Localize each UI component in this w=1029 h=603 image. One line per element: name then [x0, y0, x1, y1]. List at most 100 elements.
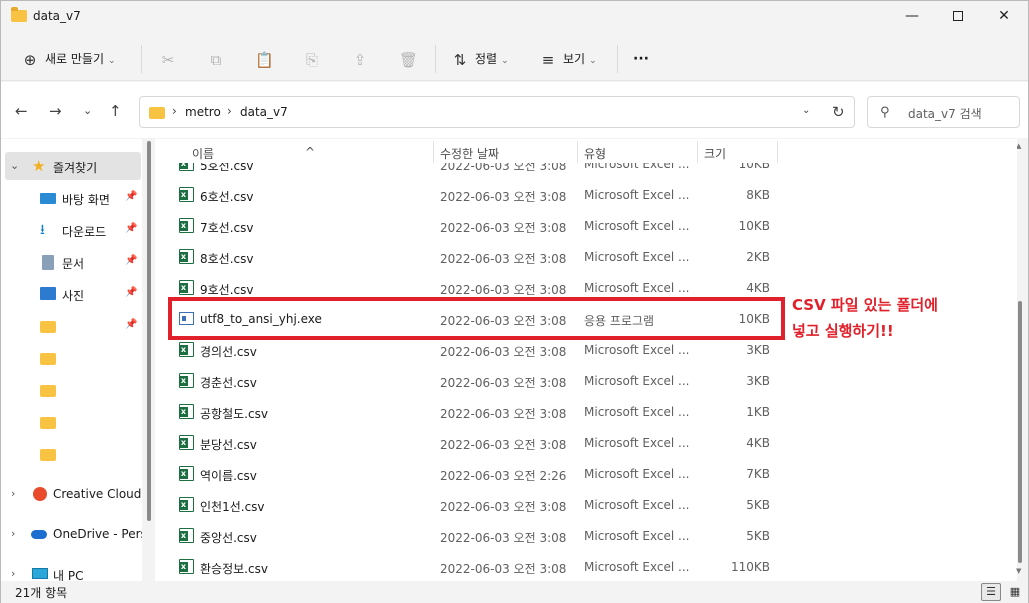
sidebar-item-pictures[interactable]: 사진 📌	[1, 280, 142, 308]
address-bar[interactable]: › metro › data_v7 ⌄ ↻	[139, 96, 855, 128]
file-type: Microsoft Excel ...	[584, 219, 690, 233]
sidebar-item-onedrive[interactable]: › OneDrive - Perso	[1, 520, 142, 548]
excel-csv-icon	[179, 342, 194, 357]
file-date: 2022-06-03 오전 3:08	[440, 500, 567, 514]
chevron-down-icon[interactable]: ⌄	[10, 159, 19, 172]
sidebar-scrollbar[interactable]	[147, 141, 151, 521]
view-button[interactable]: ≡ 보기 ⌄	[539, 49, 597, 69]
file-size: 8KB	[746, 188, 770, 202]
sidebar-item-label: 바탕 화면	[62, 193, 110, 207]
close-button[interactable]: ✕	[981, 1, 1027, 33]
scroll-down-icon[interactable]: ▼	[1016, 567, 1021, 575]
column-header-size[interactable]: 크기	[704, 145, 726, 162]
column-header-type[interactable]: 유형	[584, 145, 606, 162]
cut-button[interactable]: ✂	[159, 49, 183, 69]
column-header-name[interactable]: 이름	[192, 145, 214, 162]
sidebar-item-folder[interactable]	[1, 440, 142, 468]
column-divider[interactable]	[577, 141, 578, 163]
file-row[interactable]: 6호선.csv 2022-06-03 오전 3:08 Microsoft Excel…	[155, 179, 1017, 210]
more-options-button[interactable]: ···	[633, 49, 649, 69]
new-button[interactable]: ⊕ 새로 만들기 ⌄	[21, 49, 116, 69]
file-name: 중앙선.csv	[200, 531, 257, 545]
search-input[interactable]: ⚲ data_v7 검색	[867, 96, 1020, 128]
scissors-icon: ✂	[161, 50, 175, 69]
chevron-right-icon[interactable]: ›	[11, 527, 15, 540]
file-type: Microsoft Excel ...	[584, 529, 690, 543]
file-date: 2022-06-03 오전 3:08	[440, 190, 567, 204]
desktop-icon	[40, 193, 56, 204]
tiles-view-button[interactable]: ▦	[1005, 583, 1025, 601]
path-separator[interactable]: ›	[227, 104, 232, 118]
column-divider[interactable]	[777, 141, 778, 163]
maximize-button[interactable]	[935, 1, 981, 33]
column-header-date[interactable]: 수정한 날짜	[440, 145, 499, 162]
forward-button[interactable]: →	[49, 102, 62, 120]
chevron-down-icon: ⌄	[589, 56, 597, 66]
delete-button[interactable]: 🗑	[399, 49, 423, 69]
file-size: 3KB	[746, 343, 770, 357]
refresh-button[interactable]: ↻	[832, 103, 845, 121]
file-list: ^ 이름 수정한 날짜 유형 크기 5호선.csv2022-06-03 오전 3…	[155, 139, 1017, 581]
sidebar-item-label: 사진	[62, 289, 85, 303]
file-name: 7호선.csv	[200, 221, 254, 235]
search-placeholder: data_v7 검색	[908, 107, 982, 121]
excel-csv-icon	[179, 404, 194, 419]
folder-icon	[40, 385, 56, 397]
sidebar-item-downloads[interactable]: ⭳ 다운로드 📌	[1, 216, 142, 244]
sidebar-item-documents[interactable]: 문서 📌	[1, 248, 142, 276]
minimize-button[interactable]: —	[889, 1, 935, 33]
file-row[interactable]: 분당선.csv 2022-06-03 오전 3:08 Microsoft Excel…	[155, 427, 1017, 458]
up-button[interactable]: ↑	[109, 102, 122, 120]
details-view-button[interactable]: ☰	[981, 583, 1001, 601]
file-type: Microsoft Excel ...	[584, 405, 690, 419]
sidebar-item-creative-cloud[interactable]: › Creative Cloud F	[1, 480, 142, 508]
sidebar-item-quick-access[interactable]: ⌄ ★ 즐겨찾기	[5, 152, 141, 180]
file-row[interactable]: 중앙선.csv 2022-06-03 오전 3:08 Microsoft Excel…	[155, 520, 1017, 551]
back-button[interactable]: ←	[15, 102, 28, 120]
sidebar-item-folder[interactable]	[1, 376, 142, 404]
column-divider[interactable]	[433, 141, 434, 163]
file-row[interactable]: 경춘선.csv 2022-06-03 오전 3:08 Microsoft Excel…	[155, 365, 1017, 396]
breadcrumb-metro[interactable]: metro	[185, 105, 221, 119]
sidebar-item-desktop[interactable]: 바탕 화면 📌	[1, 184, 142, 212]
file-name: 환승정보.csv	[200, 562, 268, 576]
file-row[interactable]: 역이름.csv 2022-06-03 오전 2:26 Microsoft Excel…	[155, 458, 1017, 489]
cloud-icon	[31, 530, 47, 539]
file-size: 10KB	[738, 219, 770, 233]
chevron-down-icon[interactable]: ⌄	[802, 105, 810, 116]
chevron-right-icon[interactable]: ›	[11, 567, 15, 580]
rename-button[interactable]: ⎘	[303, 49, 327, 69]
path-separator[interactable]: ›	[172, 104, 177, 118]
sidebar-item-folder[interactable]: 📌	[1, 312, 142, 340]
breadcrumb-data-v7[interactable]: data_v7	[240, 105, 288, 119]
sidebar-item-this-pc[interactable]: › 내 PC	[1, 560, 142, 581]
sidebar-item-folder[interactable]	[1, 408, 142, 436]
file-list-scrollbar[interactable]	[1018, 301, 1022, 563]
column-divider[interactable]	[697, 141, 698, 163]
file-date: 2022-06-03 오전 3:08	[440, 221, 567, 235]
file-name: 6호선.csv	[200, 190, 254, 204]
sidebar-item-label: 내 PC	[53, 569, 84, 581]
file-row[interactable]: 8호선.csv 2022-06-03 오전 3:08 Microsoft Excel…	[155, 241, 1017, 272]
sidebar-item-folder[interactable]	[1, 344, 142, 372]
sidebar-item-label: OneDrive - Perso	[53, 527, 142, 541]
paste-button[interactable]: 📋	[255, 49, 279, 69]
command-bar: ⊕ 새로 만들기 ⌄ ✂ ⧉ 📋 ⎘ ⇪ 🗑 ⇅ 정렬 ⌄ ≡ 보기 ⌄ ···	[1, 37, 1028, 81]
pin-icon: 📌	[125, 319, 138, 330]
copy-button[interactable]: ⧉	[207, 49, 231, 69]
folder-icon	[40, 417, 56, 429]
recent-locations-button[interactable]: ⌄	[83, 104, 92, 117]
file-date: 2022-06-03 오전 2:26	[440, 469, 567, 483]
sort-button[interactable]: ⇅ 정렬 ⌄	[451, 49, 509, 69]
trash-icon: 🗑	[399, 50, 419, 69]
file-row[interactable]: 7호선.csv 2022-06-03 오전 3:08 Microsoft Excel…	[155, 210, 1017, 241]
picture-icon	[40, 287, 56, 300]
file-row[interactable]: 환승정보.csv 2022-06-03 오전 3:08 Microsoft Exce…	[155, 551, 1017, 581]
file-date: 2022-06-03 오전 3:08	[440, 283, 567, 297]
file-size: 4KB	[746, 436, 770, 450]
file-row[interactable]: 공항철도.csv 2022-06-03 오전 3:08 Microsoft Exce…	[155, 396, 1017, 427]
file-row[interactable]: 인천1선.csv 2022-06-03 오전 3:08 Microsoft Exce…	[155, 489, 1017, 520]
chevron-right-icon[interactable]: ›	[11, 487, 15, 500]
share-button[interactable]: ⇪	[351, 49, 375, 69]
file-date: 2022-06-03 오전 3:08	[440, 252, 567, 266]
